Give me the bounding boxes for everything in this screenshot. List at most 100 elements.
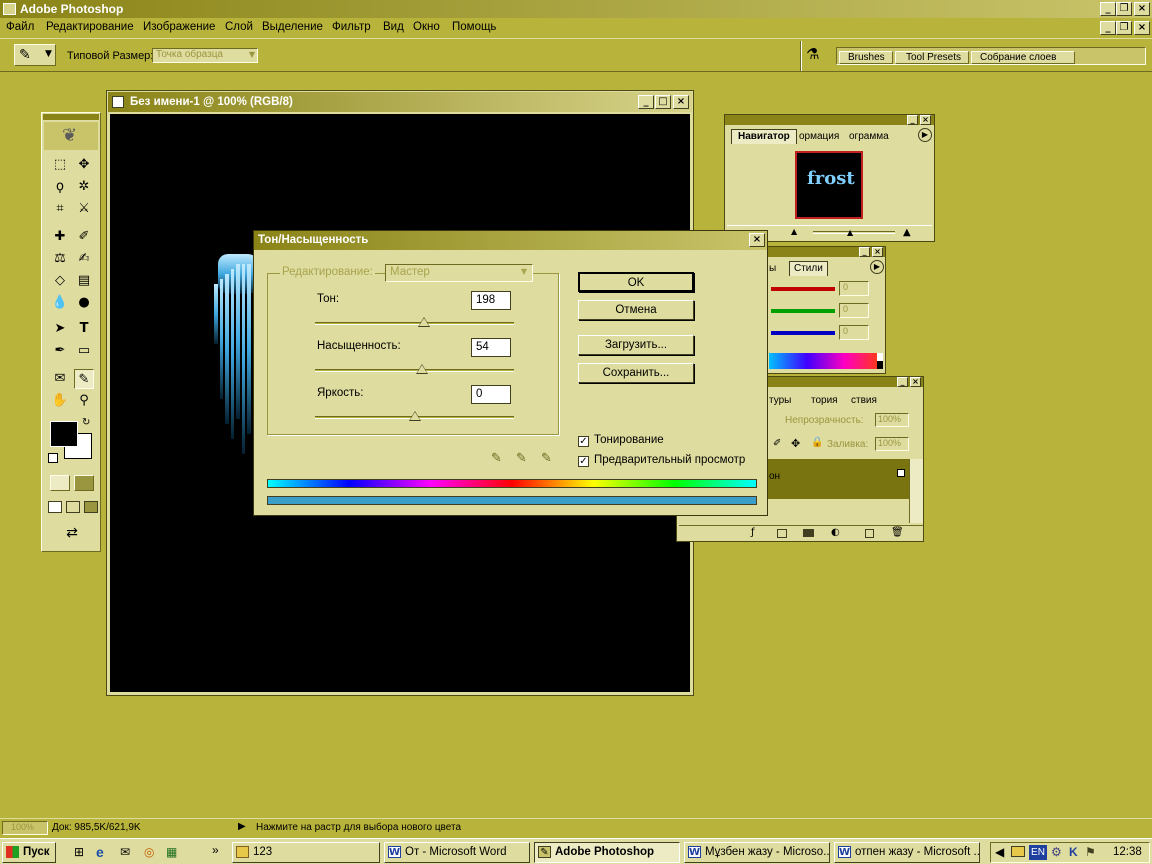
document-titlebar[interactable]: Без имени-1 @ 100% (RGB/8) _ □ × [108, 92, 692, 112]
task-word-muzben[interactable]: W Мұзбен жазу - Microso... [684, 842, 830, 863]
document-close-button[interactable]: × [673, 95, 689, 109]
ok-button[interactable]: OK [578, 272, 694, 292]
tab-paths[interactable]: туры [769, 394, 791, 408]
opacity-field[interactable]: 100% [875, 413, 909, 427]
color-minimize-button[interactable]: _ [859, 247, 870, 257]
menu-select[interactable]: Выделение [262, 21, 323, 33]
menu-window[interactable]: Окно [413, 21, 440, 33]
zoom-slider-thumb[interactable]: ▲ [847, 228, 853, 237]
cancel-button[interactable]: Отмена [578, 300, 694, 320]
network-icon[interactable] [1011, 846, 1025, 857]
volume-icon[interactable]: ◀ [995, 845, 1004, 859]
red-value-field[interactable]: 0 [839, 281, 869, 296]
marquee-tool-icon[interactable]: ⬚ [50, 155, 70, 175]
quick-mask-mode-icon[interactable] [74, 475, 94, 491]
blue-slider[interactable] [771, 331, 835, 335]
dialog-close-button[interactable]: × [749, 233, 765, 247]
lock-all-icon[interactable]: 🔒 [811, 437, 823, 448]
task-folder-123[interactable]: 123 [232, 842, 380, 863]
hue-slider-thumb[interactable] [418, 317, 431, 327]
navigator-palette-header[interactable]: _ × [725, 115, 934, 125]
magic-wand-tool-icon[interactable]: ✲ [74, 177, 94, 197]
save-button[interactable]: Сохранить... [578, 363, 694, 383]
menu-edit[interactable]: Редактирование [46, 21, 134, 33]
task-word-otpen[interactable]: W отпен жазу - Microsoft ... [834, 842, 980, 863]
tab-actions[interactable]: ствия [851, 394, 877, 408]
dodge-tool-icon[interactable]: ● [74, 293, 94, 313]
menu-view[interactable]: Вид [383, 21, 404, 33]
preview-checkbox[interactable]: ✓ [578, 456, 589, 467]
colorize-checkbox[interactable]: ✓ [578, 436, 589, 447]
tab-navigator[interactable]: Навигатор [731, 129, 797, 144]
move-tool-icon[interactable]: ✥ [74, 155, 94, 175]
screen-mode-full-icon[interactable] [84, 501, 98, 513]
foreground-color-swatch[interactable] [50, 421, 78, 447]
new-layer-icon[interactable] [865, 529, 874, 538]
layers-scrollbar[interactable] [909, 459, 923, 523]
quicklaunch-excel-icon[interactable]: ▦ [166, 845, 182, 859]
screen-mode-standard-icon[interactable] [48, 501, 62, 513]
file-browser-icon[interactable]: ⚗ [806, 45, 828, 65]
quicklaunch-desktop-icon[interactable]: ⊞ [74, 845, 90, 859]
minimize-button[interactable]: _ [1100, 2, 1116, 16]
navigator-minimize-button[interactable]: _ [907, 115, 918, 125]
navigator-preview[interactable]: frost [795, 151, 863, 219]
tab-histogram[interactable]: ограмма [849, 130, 889, 144]
saturation-field[interactable]: 54 [471, 338, 511, 357]
fill-field[interactable]: 100% [875, 437, 909, 451]
doc-minimize-button[interactable]: _ [1100, 21, 1116, 35]
layers-close-button[interactable]: × [910, 377, 921, 387]
tray-app-icon[interactable]: ⚙ [1051, 845, 1062, 859]
eyedropper-minus-icon[interactable]: ✎ [541, 451, 552, 466]
zoom-in-icon[interactable]: ▲ [903, 227, 911, 238]
quicklaunch-more[interactable]: » [212, 843, 219, 857]
layer-set-icon[interactable] [803, 529, 814, 537]
navigator-close-button[interactable]: × [920, 115, 931, 125]
path-selection-tool-icon[interactable]: ➤ [50, 319, 70, 339]
tool-preset-picker[interactable]: ✎ ▼ [14, 44, 56, 66]
hue-field[interactable]: 198 [471, 291, 511, 310]
zoom-tool-icon[interactable]: ⚲ [74, 391, 94, 411]
hue-slider-track[interactable] [315, 322, 514, 325]
well-tab-brushes[interactable]: Brushes [839, 51, 893, 64]
quicklaunch-outlook-icon[interactable]: ✉ [120, 845, 136, 859]
saturation-slider-thumb[interactable] [416, 364, 429, 374]
quicklaunch-clock-icon[interactable]: ◎ [144, 845, 160, 859]
green-value-field[interactable]: 0 [839, 303, 869, 318]
close-button[interactable]: × [1134, 2, 1150, 16]
zoom-field[interactable]: 100% [2, 821, 48, 835]
language-indicator[interactable]: EN [1029, 845, 1047, 860]
keyboard-switcher-icon[interactable]: K [1069, 845, 1078, 859]
well-tab-layer-comps[interactable]: Собрание слоев [971, 51, 1075, 64]
doc-close-button[interactable]: × [1134, 21, 1150, 35]
menu-layer[interactable]: Слой [225, 21, 253, 33]
tab-history[interactable]: тория [811, 394, 838, 408]
load-button[interactable]: Загрузить... [578, 335, 694, 355]
crop-tool-icon[interactable]: ⌗ [50, 199, 70, 219]
standard-mode-icon[interactable] [50, 475, 70, 491]
blur-tool-icon[interactable]: 💧 [50, 293, 70, 313]
red-slider[interactable] [771, 287, 835, 291]
screen-mode-full-menu-icon[interactable] [66, 501, 80, 513]
menu-help[interactable]: Помощь [452, 21, 496, 33]
delete-layer-icon[interactable]: 🗑 [891, 527, 904, 538]
default-colors-icon[interactable] [48, 453, 58, 463]
slice-tool-icon[interactable]: ⚔ [74, 199, 94, 219]
tray-security-icon[interactable]: ⚑ [1085, 845, 1096, 859]
document-minimize-button[interactable]: _ [638, 95, 654, 109]
saturation-slider-track[interactable] [315, 369, 514, 372]
gradient-tool-icon[interactable]: ▤ [74, 271, 94, 291]
healing-brush-tool-icon[interactable]: ✚ [50, 227, 70, 247]
adjustment-layer-icon[interactable]: ◐ [831, 527, 840, 538]
color-close-button[interactable]: × [872, 247, 883, 257]
document-maximize-button[interactable]: □ [655, 95, 671, 109]
tab-info[interactable]: ормация [799, 130, 839, 144]
edit-channel-select[interactable]: Мастер ▼ [385, 264, 533, 282]
dialog-titlebar[interactable]: Тон/Насыщенность × [254, 231, 767, 250]
clone-stamp-tool-icon[interactable]: ⚖ [50, 249, 70, 269]
eyedropper-plus-icon[interactable]: ✎ [516, 451, 527, 466]
quicklaunch-ie-icon[interactable]: e [96, 844, 112, 860]
restore-button[interactable]: ❐ [1116, 2, 1132, 16]
lock-move-icon[interactable]: ✥ [791, 437, 800, 450]
menu-image[interactable]: Изображение [143, 21, 215, 33]
